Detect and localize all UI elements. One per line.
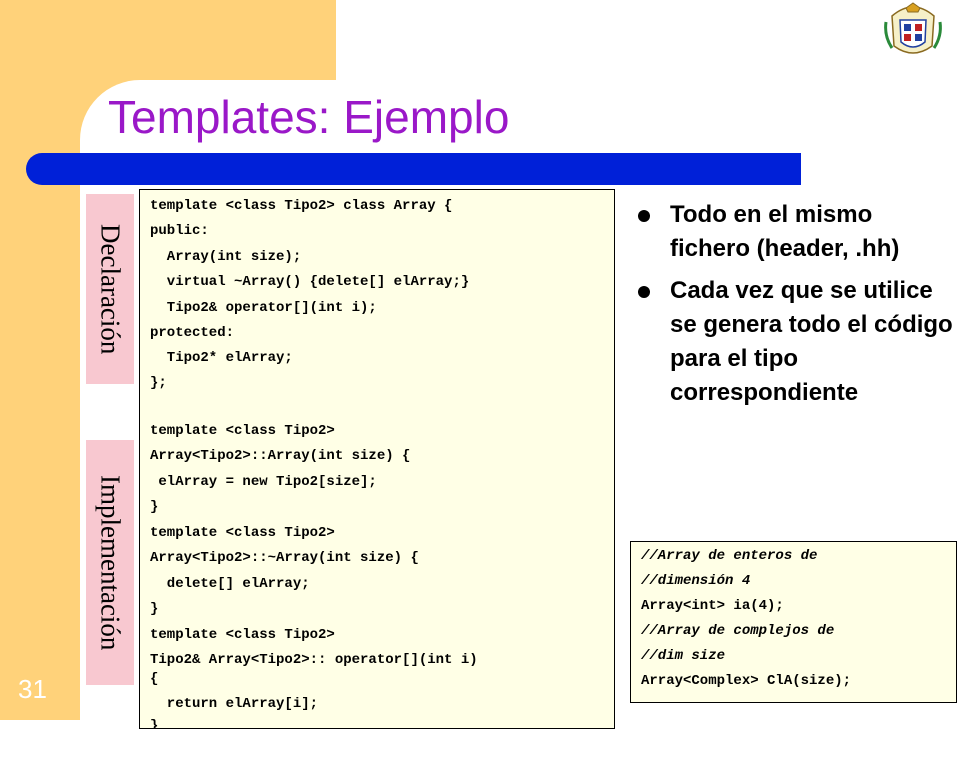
code-line: }; — [150, 375, 167, 391]
usage-example-box: //Array de enteros de //dimensión 4 Arra… — [630, 541, 957, 703]
code-line: Tipo2* elArray; — [150, 350, 293, 366]
bullet-list: Todo en el mismo fichero (header, .hh) C… — [634, 198, 954, 418]
code-line: template <class Tipo2> — [150, 423, 335, 439]
code-line: virtual ~Array() {delete[] elArray;} — [150, 274, 470, 290]
code-line: delete[] elArray; — [150, 576, 310, 592]
code-line: } — [150, 601, 159, 617]
implementacion-label-text: Implementación — [95, 474, 126, 651]
example-comment-line: //Array de enteros de — [641, 548, 818, 564]
university-crest-icon — [882, 2, 944, 58]
top-decorative-block — [0, 0, 336, 80]
example-comment-line: //dimensión 4 — [641, 573, 751, 589]
bullet-item: Todo en el mismo fichero (header, .hh) — [634, 198, 954, 266]
code-line: template <class Tipo2> — [150, 525, 335, 541]
code-line: public: — [150, 223, 209, 239]
code-line: return elArray[i]; — [150, 696, 319, 712]
code-line: Tipo2& operator[](int i); — [150, 300, 377, 316]
declaracion-label: Declaración — [86, 194, 134, 384]
code-line: template <class Tipo2> class Array { — [150, 198, 453, 214]
left-decorative-bar — [0, 0, 80, 720]
declaracion-label-text: Declaración — [95, 223, 126, 355]
example-comment-line: //Array de complejos de — [641, 623, 835, 639]
code-line: { — [150, 671, 159, 687]
code-line: } — [150, 499, 159, 515]
template-code-box: template <class Tipo2> class Array { pub… — [139, 189, 615, 729]
code-line: protected: — [150, 325, 235, 341]
code-line: Array(int size); — [150, 249, 302, 265]
code-line: template <class Tipo2> — [150, 627, 335, 643]
code-line: Tipo2& Array<Tipo2>:: operator[](int i) — [150, 652, 478, 668]
example-comment-line: //dim size — [641, 648, 726, 664]
implementacion-label: Implementación — [86, 440, 134, 685]
title-underline-bar — [26, 153, 801, 185]
code-line: elArray = new Tipo2[size]; — [150, 474, 377, 490]
code-line: Array<Tipo2>::~Array(int size) { — [150, 550, 419, 566]
example-code-line: Array<Complex> ClA(size); — [641, 673, 852, 689]
slide-title: Templates: Ejemplo — [108, 91, 510, 143]
code-line: Array<Tipo2>::Array(int size) { — [150, 448, 411, 464]
example-code-line: Array<int> ia(4); — [641, 598, 784, 614]
bullet-item: Cada vez que se utilice se genera todo e… — [634, 274, 954, 410]
slide-number: 31 — [18, 674, 47, 704]
